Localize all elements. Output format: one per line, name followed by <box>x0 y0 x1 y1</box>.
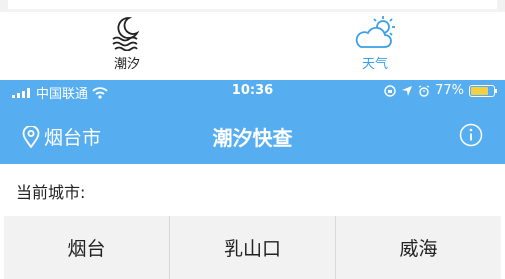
tab-weather-label: 天气 <box>361 57 388 72</box>
main-content: 当前城市: 烟台 乳山口 威海 <box>0 164 505 279</box>
tab-tide-label: 潮汐 <box>113 57 140 72</box>
current-city-label: 当前城市: <box>16 183 86 202</box>
previous-screen-card <box>8 0 497 9</box>
battery-percent: 77% <box>435 83 464 98</box>
info-button[interactable] <box>459 123 483 151</box>
previous-screen-fragment <box>0 0 505 12</box>
city-button-weihai[interactable]: 威海 <box>336 216 501 279</box>
status-right: 77% <box>384 83 497 98</box>
orientation-lock-icon <box>384 84 396 97</box>
sun-cloud-icon <box>355 16 395 48</box>
tab-tide[interactable]: 潮汐 <box>67 12 187 74</box>
battery-icon <box>469 84 497 97</box>
nav-bar: 烟台市 潮汐快查 <box>0 102 505 164</box>
alarm-icon <box>418 84 430 97</box>
city-button-yantai[interactable]: 烟台 <box>4 216 169 279</box>
page-title: 潮汐快查 <box>212 126 293 150</box>
city-button-rushankou[interactable]: 乳山口 <box>170 216 335 279</box>
moon-waves-icon <box>112 17 140 51</box>
location-arrow-icon <box>402 85 413 96</box>
battery-fill <box>471 86 488 95</box>
status-bar: 中国联通 10:36 77% <box>0 80 505 102</box>
tab-bar: 潮汐 天气 <box>0 12 505 74</box>
city-grid: 烟台 乳山口 威海 <box>4 216 501 279</box>
tab-weather[interactable]: 天气 <box>315 12 435 74</box>
info-icon <box>459 123 483 147</box>
